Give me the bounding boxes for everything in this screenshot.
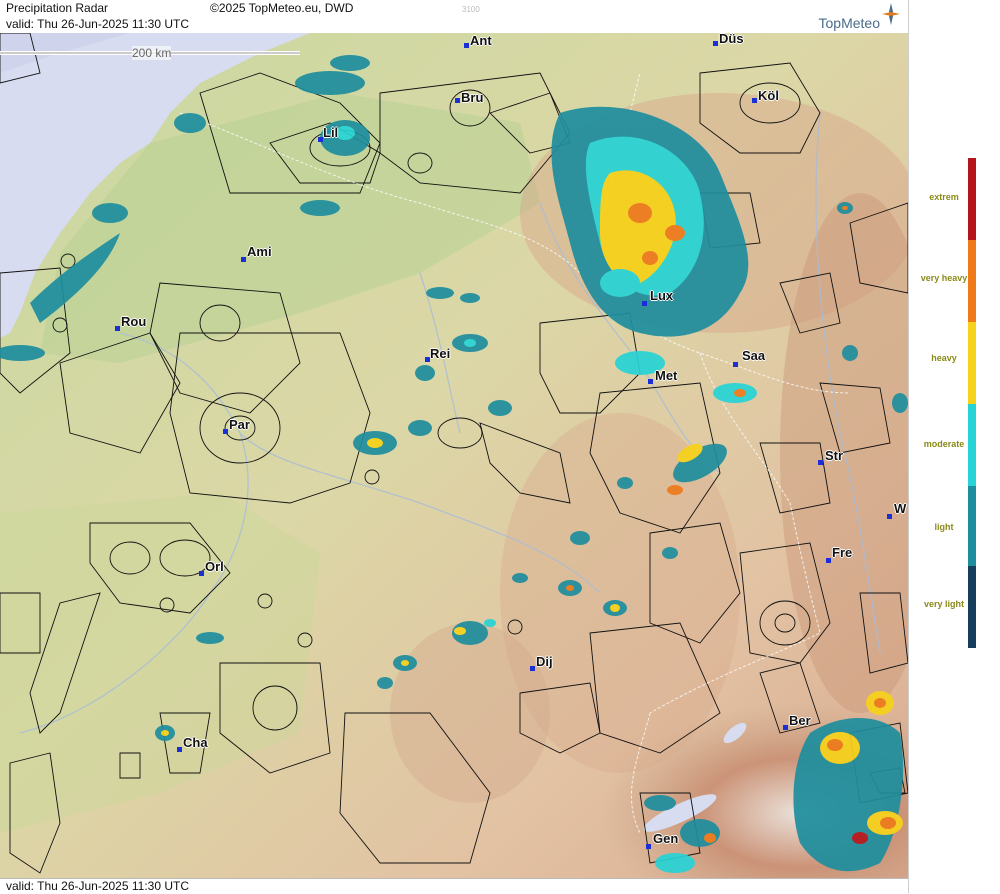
legend-bar-heavy [968,322,976,404]
city-marker-cha [177,747,182,752]
city-marker-lux [642,301,647,306]
city-marker-rou [115,326,120,331]
city-label-rei: Rei [430,346,451,361]
city-marker-fre [826,558,831,563]
city-marker-ber [783,725,788,730]
city-marker-str [818,460,823,465]
city-label-gen: Gen [653,831,679,846]
precipitation-legend: extrem very heavy heavy moderate light v… [908,0,1000,893]
city-marker-orl [199,571,204,576]
city-marker-dij [530,666,535,671]
city-label-ant: Ant [470,33,492,48]
legend-label-extrem: extrem [929,192,959,202]
city-label-par: Par [229,417,250,432]
city-marker-saa [733,362,738,367]
scale-label: 200 km [132,46,172,60]
legend-label-light: light [934,522,954,532]
map-canvas [0,33,908,878]
city-marker-par [223,429,228,434]
city-label-ami: Ami [247,244,272,259]
topmeteo-logo: TopMeteo [790,3,900,31]
city-label-str: Str [825,448,844,463]
valid-time: valid: Thu 26-Jun-2025 11:30 UTC [6,17,189,31]
copyright: ©2025 TopMeteo.eu, DWD [210,1,354,15]
map-title: Precipitation Radar [6,1,109,15]
city-marker-w [887,514,892,519]
city-label-saa: Saa [742,348,766,363]
product-code: 3100 [462,5,480,14]
legend-label-moderate: moderate [923,439,965,449]
city-label-met: Met [655,368,678,383]
city-label-orl: Orl [205,559,224,574]
city-label-ber: Ber [789,713,811,728]
scale-bar: 200 km [0,46,300,66]
compass-icon [882,3,900,25]
city-label-bru: Bru [461,90,484,105]
city-marker-kol [752,98,757,103]
legend-label-very-light: very light [923,599,964,609]
city-marker-ant [464,43,469,48]
city-marker-met [648,379,653,384]
footer-valid-time: valid: Thu 26-Jun-2025 11:30 UTC [6,879,189,893]
city-marker-ami [241,257,246,262]
map-header: Precipitation Radar ©2025 TopMeteo.eu, D… [0,0,908,34]
city-label-lux: Lux [650,288,674,303]
city-marker-dus [713,41,718,46]
city-label-cha: Cha [183,735,208,750]
city-marker-bru [455,98,460,103]
city-marker-gen [646,844,651,849]
map-footer: valid: Thu 26-Jun-2025 11:30 UTC [0,878,908,894]
radar-map[interactable]: 200 km Ant Düs Bru Köl Lil Ami Lux Rou R… [0,33,908,878]
brand-name: TopMeteo [818,15,880,31]
city-label-dus: Düs [719,33,744,46]
city-label-w: W [894,501,907,516]
city-label-fre: Fre [832,545,853,560]
city-label-rou: Rou [121,314,147,329]
city-label-lil: Lil [323,125,339,140]
legend-label-very-heavy: very heavy [920,273,968,283]
city-label-kol: Köl [758,88,779,103]
city-label-dij: Dij [536,654,553,669]
legend-label-heavy: heavy [931,353,957,363]
